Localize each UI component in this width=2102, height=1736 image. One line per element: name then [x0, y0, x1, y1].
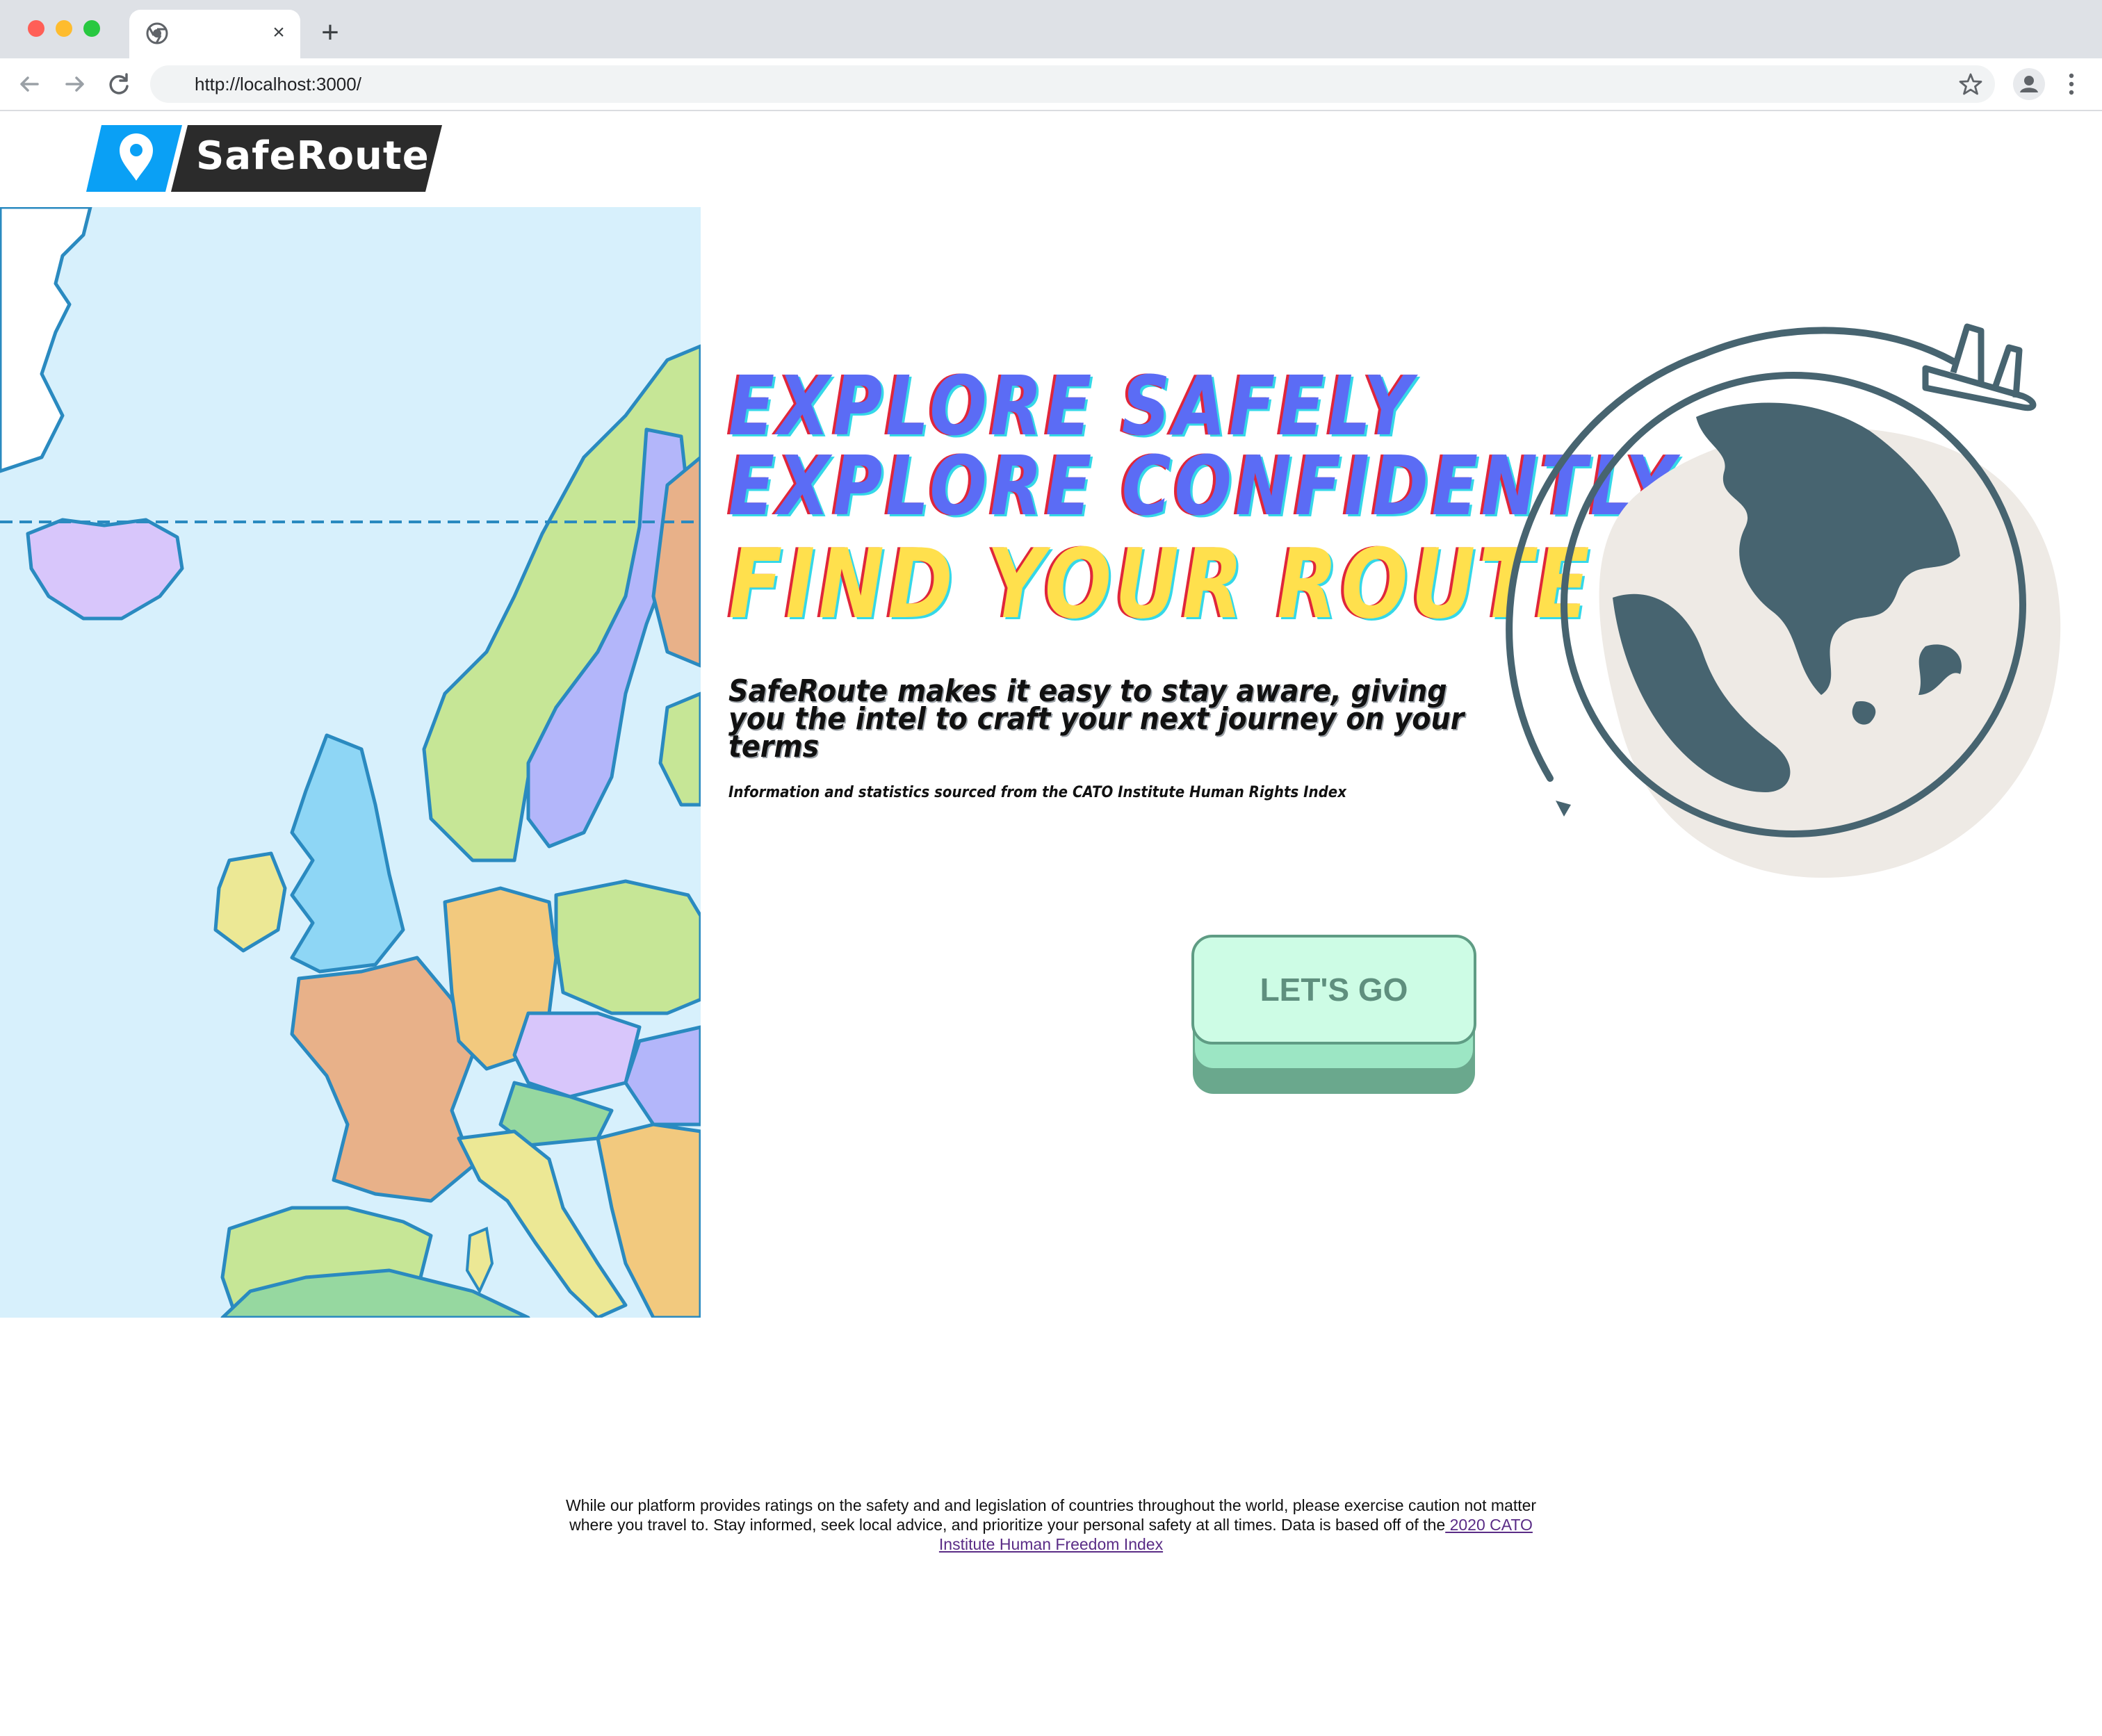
- safety-disclaimer: While our platform provides ratings on t…: [542, 1496, 1560, 1554]
- address-bar[interactable]: http://localhost:3000/: [150, 65, 1995, 103]
- saferoute-logo[interactable]: SafeRoute: [86, 125, 442, 192]
- back-arrow-icon[interactable]: [15, 69, 44, 99]
- new-tab-button[interactable]: +: [314, 17, 346, 49]
- headline-find-your-route: FIND YOUR ROUTE: [728, 528, 1593, 640]
- close-window-button[interactable]: [28, 20, 44, 37]
- logo-wordmark: SafeRoute: [196, 133, 430, 179]
- minimize-window-button[interactable]: [56, 20, 72, 37]
- chrome-icon: [146, 22, 168, 44]
- forward-arrow-icon[interactable]: [60, 69, 89, 99]
- browser-menu-icon[interactable]: [2064, 69, 2078, 99]
- browser-tab[interactable]: ×: [129, 10, 300, 58]
- maximize-window-button[interactable]: [83, 20, 100, 37]
- browser-tab-bar: × +: [0, 0, 2102, 58]
- globe-airplane-illustration: [1506, 323, 2061, 878]
- lets-go-button[interactable]: LET'S GO: [1191, 935, 1476, 1045]
- person-icon: [2020, 76, 2038, 92]
- disclaimer-text: While our platform provides ratings on t…: [565, 1496, 1537, 1534]
- airplane-icon: [1922, 323, 2037, 411]
- browser-toolbar: http://localhost:3000/: [0, 58, 2102, 111]
- close-tab-icon[interactable]: ×: [267, 21, 291, 44]
- hero-tagline: SafeRoute makes it easy to stay aware, g…: [728, 673, 1465, 764]
- url-text: http://localhost:3000/: [195, 74, 361, 95]
- reload-icon[interactable]: [104, 69, 133, 99]
- europe-map-image: [0, 207, 701, 1318]
- profile-avatar[interactable]: [2013, 68, 2045, 100]
- headline-explore-safely: EXPLORE SAFELY: [728, 358, 1416, 454]
- bookmark-star-icon[interactable]: [1959, 72, 1982, 96]
- data-source-note: Information and statistics sourced from …: [728, 784, 1346, 801]
